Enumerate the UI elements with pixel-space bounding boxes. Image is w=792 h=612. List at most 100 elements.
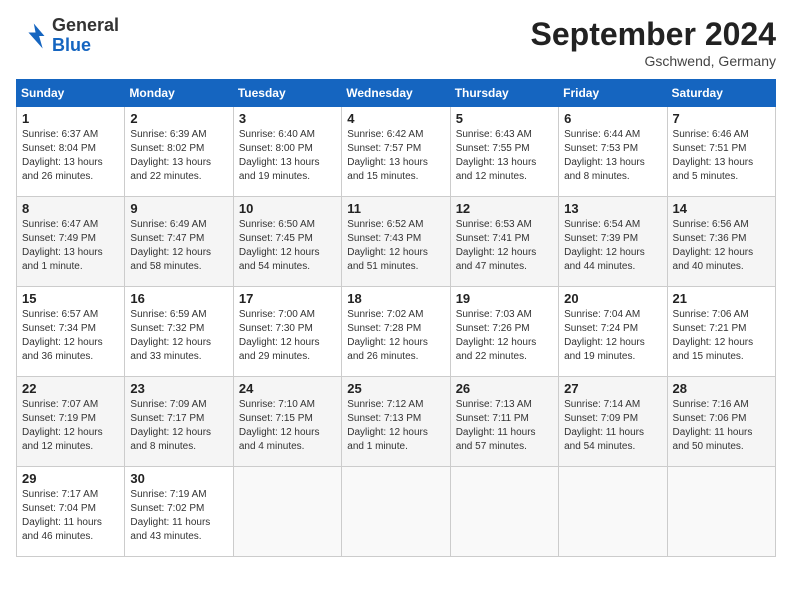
day-number: 11 <box>347 201 444 216</box>
day-number: 13 <box>564 201 661 216</box>
header: General Blue September 2024 Gschwend, Ge… <box>16 16 776 69</box>
day-number: 2 <box>130 111 227 126</box>
calendar-cell <box>233 467 341 557</box>
day-detail: Sunrise: 7:10 AM Sunset: 7:15 PM Dayligh… <box>239 398 336 454</box>
calendar-cell: 30Sunrise: 7:19 AM Sunset: 7:02 PM Dayli… <box>125 467 233 557</box>
day-detail: Sunrise: 7:13 AM Sunset: 7:11 PM Dayligh… <box>456 398 553 454</box>
logo-general: General <box>52 16 119 36</box>
calendar-cell: 15 Sunrise: 6:57 AM Sunset: 7:34 PM Dayli… <box>17 287 125 377</box>
day-detail: Sunrise: 7:03 AM Sunset: 7:26 PM Dayligh… <box>456 308 553 364</box>
calendar-cell: 25Sunrise: 7:12 AM Sunset: 7:13 PM Dayli… <box>342 377 450 467</box>
calendar-cell: 6Sunrise: 6:44 AM Sunset: 7:53 PM Daylig… <box>559 107 667 197</box>
col-header-wednesday: Wednesday <box>342 80 450 107</box>
day-number: 30 <box>130 471 227 486</box>
day-detail: Sunrise: 6:43 AM Sunset: 7:55 PM Dayligh… <box>456 128 553 184</box>
day-detail: Sunrise: 6:59 AM Sunset: 7:32 PM Dayligh… <box>130 308 227 364</box>
col-header-sunday: Sunday <box>17 80 125 107</box>
day-detail: Sunrise: 7:09 AM Sunset: 7:17 PM Dayligh… <box>130 398 227 454</box>
day-number: 28 <box>673 381 770 396</box>
calendar-cell: 23Sunrise: 7:09 AM Sunset: 7:17 PM Dayli… <box>125 377 233 467</box>
calendar-cell: 2 Sunrise: 6:39 AM Sunset: 8:02 PM Daylig… <box>125 107 233 197</box>
day-detail: Sunrise: 6:37 AM Sunset: 8:04 PM Dayligh… <box>22 128 119 184</box>
col-header-thursday: Thursday <box>450 80 558 107</box>
day-number: 16 <box>130 291 227 306</box>
day-number: 21 <box>673 291 770 306</box>
day-detail: Sunrise: 7:14 AM Sunset: 7:09 PM Dayligh… <box>564 398 661 454</box>
calendar-cell: 5 Sunrise: 6:43 AM Sunset: 7:55 PM Daylig… <box>450 107 558 197</box>
logo-blue: Blue <box>52 36 119 56</box>
calendar-cell: 17Sunrise: 7:00 AM Sunset: 7:30 PM Dayli… <box>233 287 341 377</box>
calendar-cell: 29 Sunrise: 7:17 AM Sunset: 7:04 PM Dayli… <box>17 467 125 557</box>
day-number: 10 <box>239 201 336 216</box>
day-detail: Sunrise: 6:56 AM Sunset: 7:36 PM Dayligh… <box>673 218 770 274</box>
day-detail: Sunrise: 6:50 AM Sunset: 7:45 PM Dayligh… <box>239 218 336 274</box>
day-number: 9 <box>130 201 227 216</box>
day-number: 24 <box>239 381 336 396</box>
calendar-cell <box>559 467 667 557</box>
calendar-cell: 8 Sunrise: 6:47 AM Sunset: 7:49 PM Daylig… <box>17 197 125 287</box>
day-number: 1 <box>22 111 119 126</box>
calendar-table: SundayMondayTuesdayWednesdayThursdayFrid… <box>16 79 776 557</box>
day-number: 27 <box>564 381 661 396</box>
day-number: 5 <box>456 111 553 126</box>
week-row: 22 Sunrise: 7:07 AM Sunset: 7:19 PM Dayli… <box>17 377 776 467</box>
day-detail: Sunrise: 6:49 AM Sunset: 7:47 PM Dayligh… <box>130 218 227 274</box>
calendar-cell: 27 Sunrise: 7:14 AM Sunset: 7:09 PM Dayli… <box>559 377 667 467</box>
day-number: 26 <box>456 381 553 396</box>
header-row: SundayMondayTuesdayWednesdayThursdayFrid… <box>17 80 776 107</box>
calendar-cell: 28 Sunrise: 7:16 AM Sunset: 7:06 PM Dayli… <box>667 377 775 467</box>
calendar-cell: 7 Sunrise: 6:46 AM Sunset: 7:51 PM Daylig… <box>667 107 775 197</box>
day-detail: Sunrise: 6:39 AM Sunset: 8:02 PM Dayligh… <box>130 128 227 184</box>
month-title: September 2024 <box>531 16 776 53</box>
day-number: 20 <box>564 291 661 306</box>
week-row: 1 Sunrise: 6:37 AM Sunset: 8:04 PM Daylig… <box>17 107 776 197</box>
day-number: 8 <box>22 201 119 216</box>
day-detail: Sunrise: 7:07 AM Sunset: 7:19 PM Dayligh… <box>22 398 119 454</box>
day-detail: Sunrise: 7:06 AM Sunset: 7:21 PM Dayligh… <box>673 308 770 364</box>
calendar-cell <box>450 467 558 557</box>
logo: General Blue <box>16 16 119 56</box>
day-detail: Sunrise: 6:57 AM Sunset: 7:34 PM Dayligh… <box>22 308 119 364</box>
day-number: 22 <box>22 381 119 396</box>
calendar-cell: 22 Sunrise: 7:07 AM Sunset: 7:19 PM Dayli… <box>17 377 125 467</box>
col-header-tuesday: Tuesday <box>233 80 341 107</box>
logo-icon <box>16 20 48 52</box>
col-header-saturday: Saturday <box>667 80 775 107</box>
week-row: 8 Sunrise: 6:47 AM Sunset: 7:49 PM Daylig… <box>17 197 776 287</box>
day-detail: Sunrise: 6:46 AM Sunset: 7:51 PM Dayligh… <box>673 128 770 184</box>
calendar-cell: 21 Sunrise: 7:06 AM Sunset: 7:21 PM Dayli… <box>667 287 775 377</box>
day-number: 7 <box>673 111 770 126</box>
col-header-friday: Friday <box>559 80 667 107</box>
day-detail: Sunrise: 6:44 AM Sunset: 7:53 PM Dayligh… <box>564 128 661 184</box>
day-detail: Sunrise: 6:40 AM Sunset: 8:00 PM Dayligh… <box>239 128 336 184</box>
calendar-cell: 26 Sunrise: 7:13 AM Sunset: 7:11 PM Dayli… <box>450 377 558 467</box>
calendar-cell: 12 Sunrise: 6:53 AM Sunset: 7:41 PM Dayli… <box>450 197 558 287</box>
day-detail: Sunrise: 6:54 AM Sunset: 7:39 PM Dayligh… <box>564 218 661 274</box>
calendar-cell: 13 Sunrise: 6:54 AM Sunset: 7:39 PM Dayli… <box>559 197 667 287</box>
day-detail: Sunrise: 7:17 AM Sunset: 7:04 PM Dayligh… <box>22 488 119 544</box>
day-detail: Sunrise: 7:12 AM Sunset: 7:13 PM Dayligh… <box>347 398 444 454</box>
day-detail: Sunrise: 7:00 AM Sunset: 7:30 PM Dayligh… <box>239 308 336 364</box>
calendar-cell: 24 Sunrise: 7:10 AM Sunset: 7:15 PM Dayli… <box>233 377 341 467</box>
calendar-cell: 10 Sunrise: 6:50 AM Sunset: 7:45 PM Dayli… <box>233 197 341 287</box>
calendar-cell <box>342 467 450 557</box>
day-number: 12 <box>456 201 553 216</box>
calendar-cell <box>667 467 775 557</box>
day-number: 14 <box>673 201 770 216</box>
day-number: 3 <box>239 111 336 126</box>
calendar-cell: 20 Sunrise: 7:04 AM Sunset: 7:24 PM Dayli… <box>559 287 667 377</box>
day-detail: Sunrise: 6:53 AM Sunset: 7:41 PM Dayligh… <box>456 218 553 274</box>
day-detail: Sunrise: 7:04 AM Sunset: 7:24 PM Dayligh… <box>564 308 661 364</box>
day-number: 4 <box>347 111 444 126</box>
calendar-cell: 3 Sunrise: 6:40 AM Sunset: 8:00 PM Daylig… <box>233 107 341 197</box>
day-number: 19 <box>456 291 553 306</box>
day-number: 18 <box>347 291 444 306</box>
day-detail: Sunrise: 6:47 AM Sunset: 7:49 PM Dayligh… <box>22 218 119 274</box>
day-number: 15 <box>22 291 119 306</box>
calendar-cell: 1 Sunrise: 6:37 AM Sunset: 8:04 PM Daylig… <box>17 107 125 197</box>
calendar-cell: 18Sunrise: 7:02 AM Sunset: 7:28 PM Dayli… <box>342 287 450 377</box>
day-detail: Sunrise: 7:16 AM Sunset: 7:06 PM Dayligh… <box>673 398 770 454</box>
week-row: 29 Sunrise: 7:17 AM Sunset: 7:04 PM Dayli… <box>17 467 776 557</box>
day-number: 29 <box>22 471 119 486</box>
calendar-cell: 16 Sunrise: 6:59 AM Sunset: 7:32 PM Dayli… <box>125 287 233 377</box>
